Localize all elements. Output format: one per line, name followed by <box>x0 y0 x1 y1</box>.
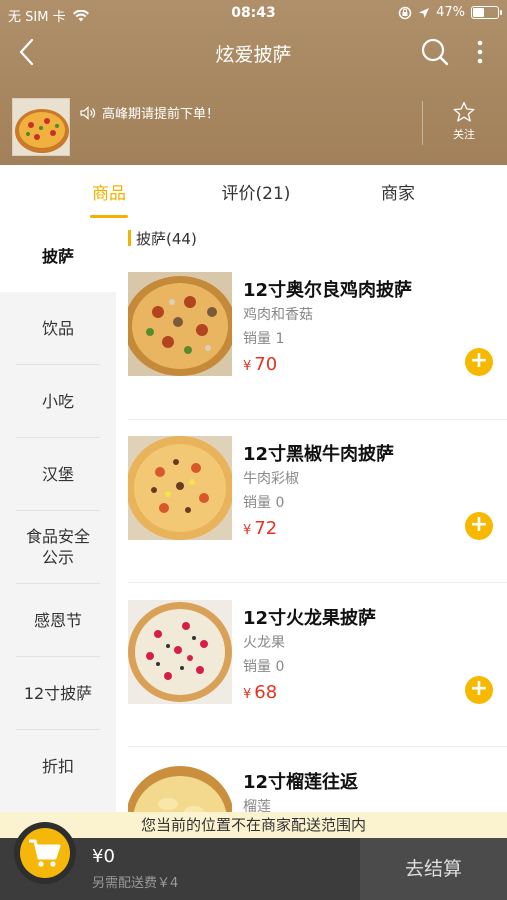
product-item[interactable]: 12寸黑椒牛肉披萨 牛肉彩椒 销量 0 ¥72 + <box>128 436 507 596</box>
category-sidebar: 披萨 饮品 小吃 汉堡 食品安全 公示 感恩节 12寸披萨 折扣 <box>0 220 116 820</box>
currency-symbol: ¥ <box>243 359 252 374</box>
divider <box>128 746 507 747</box>
delivery-fee: 另需配送费￥4 <box>92 876 179 891</box>
nav-bar: 炫爱披萨 <box>0 30 507 74</box>
tab-products[interactable]: 商品 <box>70 179 148 204</box>
product-image <box>128 764 232 812</box>
product-price-value: 70 <box>254 354 278 375</box>
star-icon <box>453 101 475 122</box>
sidebar-item-snacks[interactable]: 小吃 <box>0 365 116 437</box>
sidebar-item-drinks[interactable]: 饮品 <box>0 292 116 364</box>
delivery-warning: 您当前的位置不在商家配送范围内 <box>0 812 507 838</box>
product-desc: 鸡肉和香菇 <box>243 307 313 323</box>
sidebar-item-food-safety[interactable]: 食品安全 公示 <box>0 511 116 583</box>
sidebar-item-pizza[interactable]: 披萨 <box>0 220 116 292</box>
product-item[interactable]: 12寸火龙果披萨 火龙果 销量 0 ¥68 + <box>128 600 507 760</box>
tab-reviews[interactable]: 评价(21) <box>208 179 304 204</box>
shopping-cart-icon <box>29 839 61 867</box>
store-info: 高峰期请提前下单！ 关注 <box>0 95 507 156</box>
product-name: 12寸奥尔良鸡肉披萨 <box>243 280 413 301</box>
divider <box>128 419 507 420</box>
store-header: 无 SIM 卡 08:43 47% 炫爱披萨 高峰期请提前下单！ 关注 <box>0 0 507 165</box>
status-bar: 无 SIM 卡 08:43 47% <box>0 0 507 28</box>
store-notice: 高峰期请提前下单！ <box>80 103 219 122</box>
product-price: ¥68 <box>243 682 277 703</box>
product-image <box>128 600 232 704</box>
cart-total: ¥0 <box>92 846 115 867</box>
product-desc: 牛肉彩椒 <box>243 471 299 487</box>
tab-bar: 商品 评价(21) 商家 <box>0 165 507 221</box>
product-name: 12寸火龙果披萨 <box>243 608 377 629</box>
product-price-value: 72 <box>254 518 278 539</box>
product-price: ¥72 <box>243 518 277 539</box>
follow-button[interactable]: 关注 <box>446 101 482 142</box>
add-to-cart-button[interactable]: + <box>465 676 493 704</box>
divider <box>128 582 507 583</box>
sidebar-item-discount[interactable]: 折扣 <box>0 730 116 802</box>
product-item[interactable]: 12寸奥尔良鸡肉披萨 鸡肉和香菇 销量 1 ¥70 + <box>128 272 507 432</box>
sidebar-item-thanksgiving[interactable]: 感恩节 <box>0 584 116 656</box>
follow-label: 关注 <box>453 128 475 141</box>
add-to-cart-button[interactable]: + <box>465 348 493 376</box>
product-price: ¥70 <box>243 354 277 375</box>
cart-button[interactable] <box>14 822 76 884</box>
store-logo <box>12 98 70 156</box>
tab-merchant[interactable]: 商家 <box>360 179 436 204</box>
divider <box>422 101 423 145</box>
add-to-cart-button[interactable]: + <box>465 512 493 540</box>
product-desc: 榴莲 <box>243 799 271 812</box>
sidebar-item-12inch-pizza[interactable]: 12寸披萨 <box>0 657 116 729</box>
product-sales: 销量 1 <box>243 331 285 347</box>
product-sales: 销量 0 <box>243 495 285 511</box>
location-arrow-icon <box>419 7 430 18</box>
currency-symbol: ¥ <box>243 687 252 702</box>
speaker-icon <box>80 105 96 120</box>
product-name: 12寸榴莲往返 <box>243 772 359 793</box>
more-vertical-icon[interactable] <box>470 36 490 68</box>
rotation-lock-icon <box>398 6 412 19</box>
product-sales: 销量 0 <box>243 659 285 675</box>
product-desc: 火龙果 <box>243 635 285 651</box>
search-icon[interactable] <box>420 36 450 68</box>
product-price-value: 68 <box>254 682 278 703</box>
checkout-button[interactable]: 去结算 <box>360 838 507 900</box>
product-image <box>128 436 232 540</box>
store-notice-text: 高峰期请提前下单！ <box>102 107 220 122</box>
product-item[interactable]: 12寸榴莲往返 榴莲 <box>128 764 507 812</box>
sidebar-item-burgers[interactable]: 汉堡 <box>0 438 116 510</box>
battery-percent: 47% <box>436 5 465 20</box>
product-name: 12寸黑椒牛肉披萨 <box>243 444 395 465</box>
currency-symbol: ¥ <box>243 523 252 538</box>
battery-icon <box>471 6 502 19</box>
category-title: 披萨(44) <box>128 228 197 249</box>
tab-indicator <box>90 215 128 218</box>
product-image <box>128 272 232 376</box>
